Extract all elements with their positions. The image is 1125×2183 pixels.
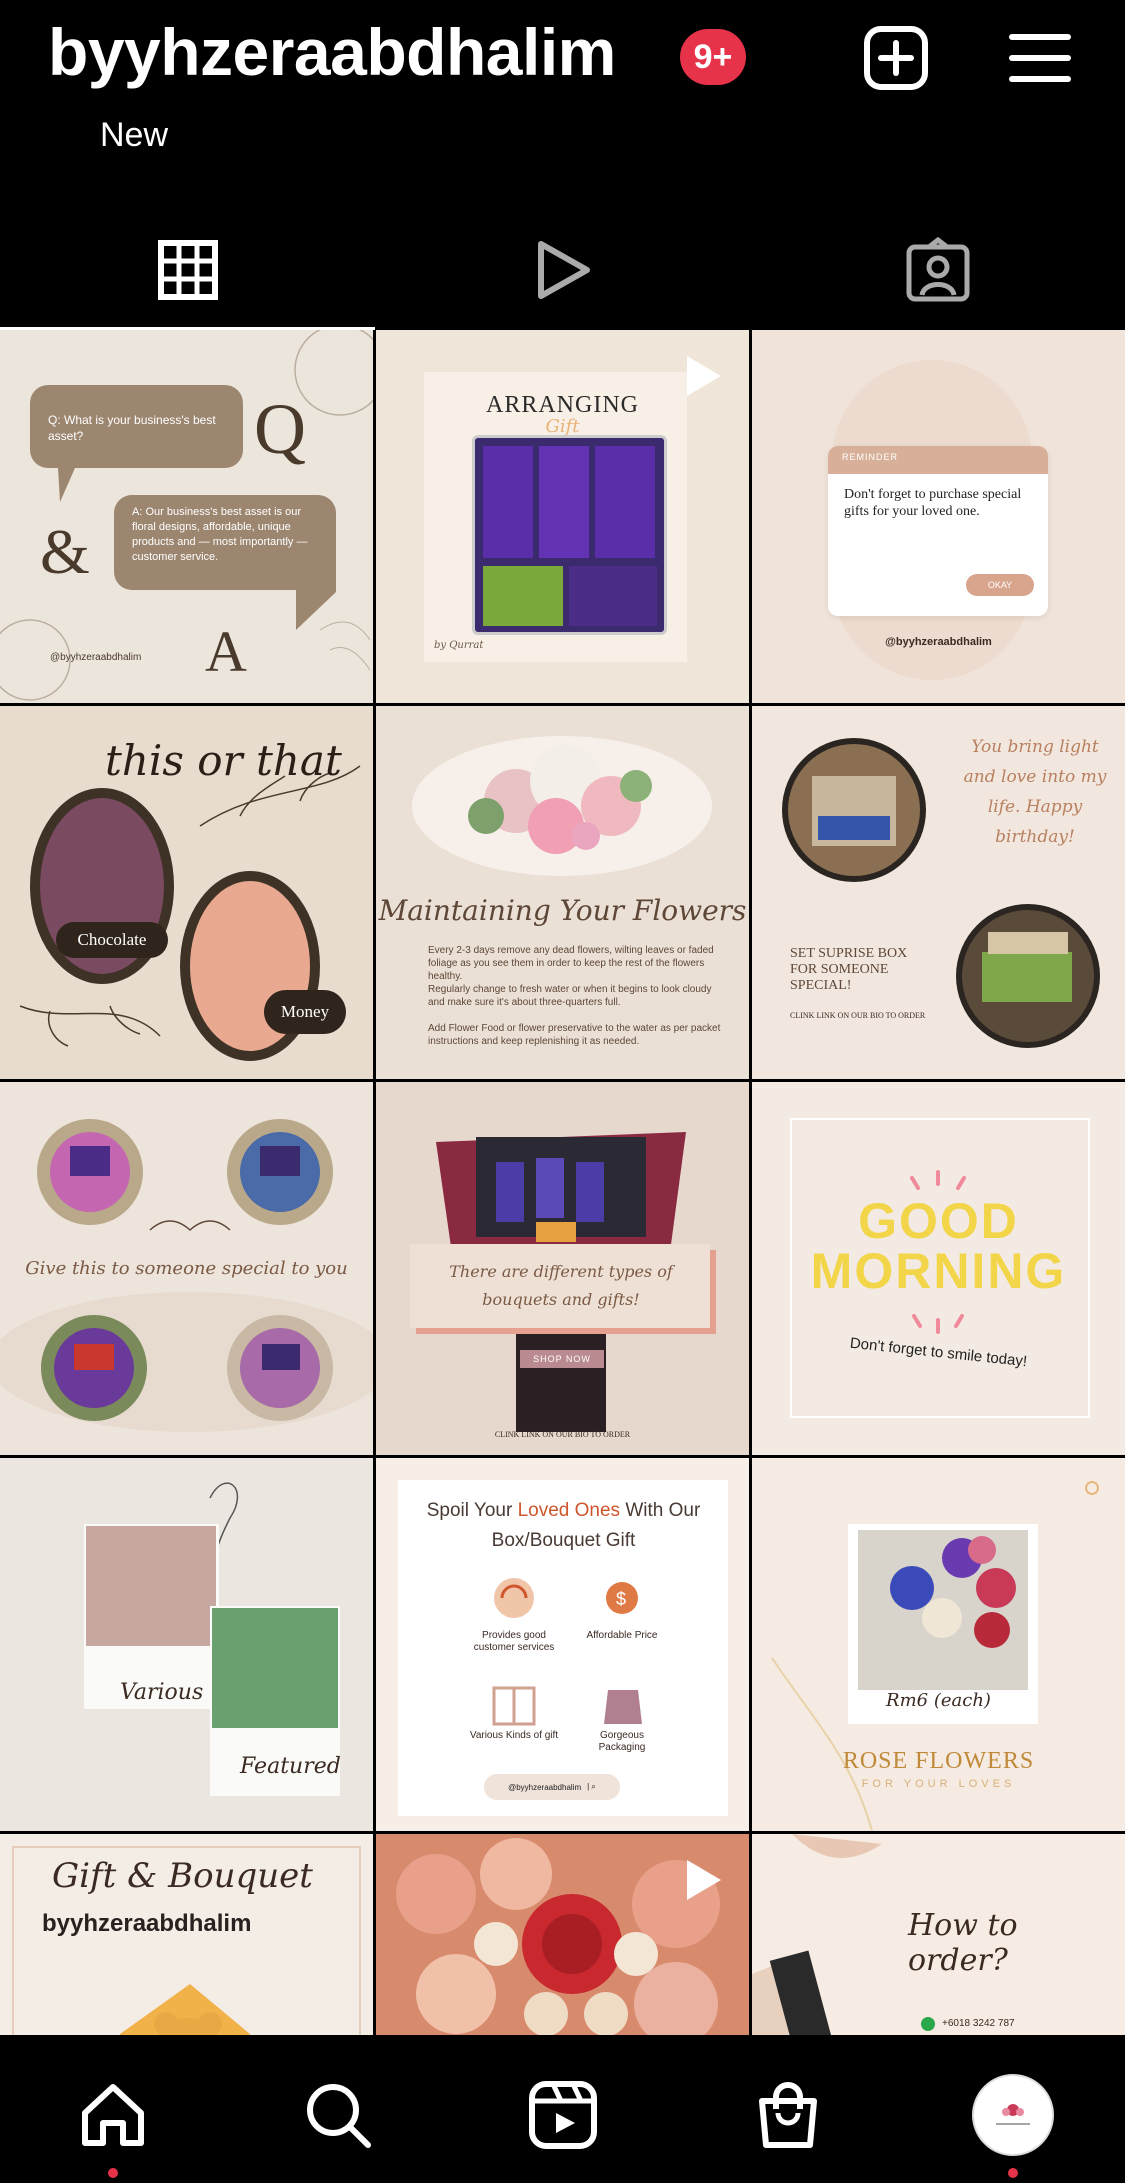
maintaining-bullet-1: Every 2-3 days remove any dead flowers, … — [428, 945, 714, 982]
post-tile-spoil-loved-ones[interactable]: Spoil Your Loved Ones With Our Box/Bouqu… — [376, 1458, 749, 1831]
rose-title: ROSE FLOWERS — [842, 1748, 1035, 1774]
post-tile-different-types[interactable]: There are different types of bouquets an… — [376, 1082, 749, 1455]
surprise-box-title: SET SUPRISE BOX FOR SOMEONE SPECIAL! — [790, 946, 908, 993]
nav-home[interactable] — [68, 2070, 158, 2178]
shop-now-button: SHOP NOW — [520, 1350, 604, 1368]
post-tile-rose-flowers[interactable]: Rm6 (each) ROSE FLOWERS FOR YOUR LOVES — [752, 1458, 1125, 1831]
svg-text:$: $ — [616, 1589, 626, 1609]
tab-grid[interactable] — [0, 210, 375, 330]
spoil-handle-pill: @byyhzeraabdhalim | ⌕ — [484, 1774, 620, 1800]
profile-avatar-icon — [971, 2074, 1054, 2156]
reminder-handle: @byyhzeraabdhalim — [885, 636, 992, 648]
feature-customer-service: Provides good customer services — [473, 1630, 555, 1653]
post-qa-a-letter: A — [205, 619, 247, 684]
post-qa-answer: A: Our business's best asset is our flor… — [132, 506, 308, 563]
this-or-that-title: this or that — [105, 736, 342, 785]
good-morning-line2: MORNING — [810, 1243, 1067, 1299]
maintaining-bullet-2: Regularly change to fresh water or when … — [428, 984, 712, 1008]
nav-home-dot — [107, 2168, 118, 2178]
how-to-order-title: How to order? — [908, 1908, 1018, 1978]
post-arranging-signature: by Qurrat — [434, 640, 484, 651]
reel-indicator-icon — [687, 1860, 721, 1900]
post-qa-handle: @byyhzeraabdhalim — [50, 652, 142, 663]
nav-reels[interactable] — [518, 2070, 608, 2160]
post-tile-maintaining-flowers[interactable]: Maintaining Your Flowers Every 2-3 days … — [376, 706, 749, 1079]
feature-packaging: Gorgeous Packaging — [598, 1730, 646, 1753]
post-qa-question: Q: What is your business's best asset? — [48, 413, 216, 443]
nav-profile-dot — [1007, 2168, 1018, 2178]
how-to-order-phone: +6018 3242 787 — [942, 2018, 1015, 2029]
rose-caption: Rm6 (each) — [886, 1690, 991, 1711]
chocolate-box-image — [472, 435, 667, 635]
different-types-text: There are different types of bouquets an… — [449, 1262, 673, 1309]
rose-sub: FOR YOUR LOVES — [861, 1778, 1016, 1790]
shop-bag-icon — [758, 2082, 817, 2148]
post-qa-q-letter: Q — [254, 389, 306, 469]
create-post-button[interactable] — [860, 22, 932, 94]
notification-badge[interactable]: 9+ — [680, 29, 746, 85]
option-money-label: Money — [264, 990, 346, 1034]
post-tile-various-featured[interactable]: Various Featured — [0, 1458, 373, 1831]
profile-tabs — [0, 210, 1125, 330]
various-label: Various — [120, 1680, 204, 1705]
post-tile-give-this[interactable]: Give this to someone special to you — [0, 1082, 373, 1455]
give-this-text: Give this to someone special to you — [25, 1258, 348, 1279]
post-tile-qa[interactable]: Q: What is your business's best asset? Q… — [0, 330, 373, 703]
tab-reels[interactable] — [375, 210, 750, 330]
search-icon — [306, 2084, 371, 2148]
tab-tagged[interactable] — [750, 210, 1125, 330]
post-tile-good-morning[interactable]: GOOD MORNING Don't forget to smile today… — [752, 1082, 1125, 1455]
featured-label: Featured — [240, 1754, 341, 1779]
profile-header: byyhzeraabdhalim 9+ — [0, 0, 1125, 120]
post-tile-roses-reel[interactable] — [376, 1834, 749, 2035]
home-icon — [81, 2084, 144, 2146]
reels-play-icon — [537, 241, 590, 299]
reel-indicator-icon — [687, 356, 721, 396]
tagged-person-icon — [906, 237, 969, 302]
post-tile-this-or-that[interactable]: this or that Chocolate Money — [0, 706, 373, 1079]
grid-icon — [157, 240, 218, 300]
reels-icon — [528, 2081, 597, 2149]
post-tile-arranging-gift[interactable]: ARRANGING Gift by Qurrat — [376, 330, 749, 703]
reminder-text: Don't forget to purchase special gifts f… — [844, 487, 1022, 519]
feature-various-gifts: Various Kinds of gift — [469, 1730, 559, 1741]
maintaining-bullet-3: Add Flower Food or flower preservative t… — [428, 1023, 721, 1047]
feature-affordable: Affordable Price — [586, 1630, 658, 1641]
surprise-box-quote: You bring light and love into my life. H… — [963, 737, 1107, 847]
hamburger-menu-icon — [1009, 34, 1071, 82]
new-highlight-label[interactable]: New — [100, 116, 168, 155]
maintaining-title: Maintaining Your Flowers — [378, 894, 747, 927]
different-types-cta: CLINK LINK ON OUR BIO TO ORDER — [494, 1430, 631, 1439]
posts-grid: Q: What is your business's best asset? Q… — [0, 330, 1125, 2035]
nav-shop[interactable] — [743, 2070, 833, 2160]
profile-username[interactable]: byyhzeraabdhalim — [48, 14, 616, 90]
post-tile-reminder[interactable]: REMINDER Don't forget to purchase specia… — [752, 330, 1125, 703]
post-tile-surprise-box[interactable]: You bring light and love into my life. H… — [752, 706, 1125, 1079]
post-qa-amp: & — [40, 516, 90, 587]
nav-search[interactable] — [293, 2070, 383, 2160]
option-chocolate-label: Chocolate — [56, 922, 168, 958]
reminder-label: REMINDER — [842, 452, 899, 462]
reminder-okay-button: OKAY — [966, 574, 1034, 596]
menu-button[interactable] — [1004, 22, 1076, 94]
post-tile-how-to-order[interactable]: How to order? +6018 3242 787 — [752, 1834, 1125, 2035]
plus-square-icon — [864, 26, 928, 90]
surprise-box-cta: CLINK LINK ON OUR BIO TO ORDER — [790, 1011, 926, 1020]
post-tile-gift-bouquet[interactable]: Gift & Bouquet byyhzeraabdhalim — [0, 1834, 373, 2035]
nav-profile[interactable] — [968, 2070, 1058, 2178]
post-arranging-subtitle: Gift — [545, 416, 580, 437]
bottom-navigation — [0, 2035, 1125, 2183]
